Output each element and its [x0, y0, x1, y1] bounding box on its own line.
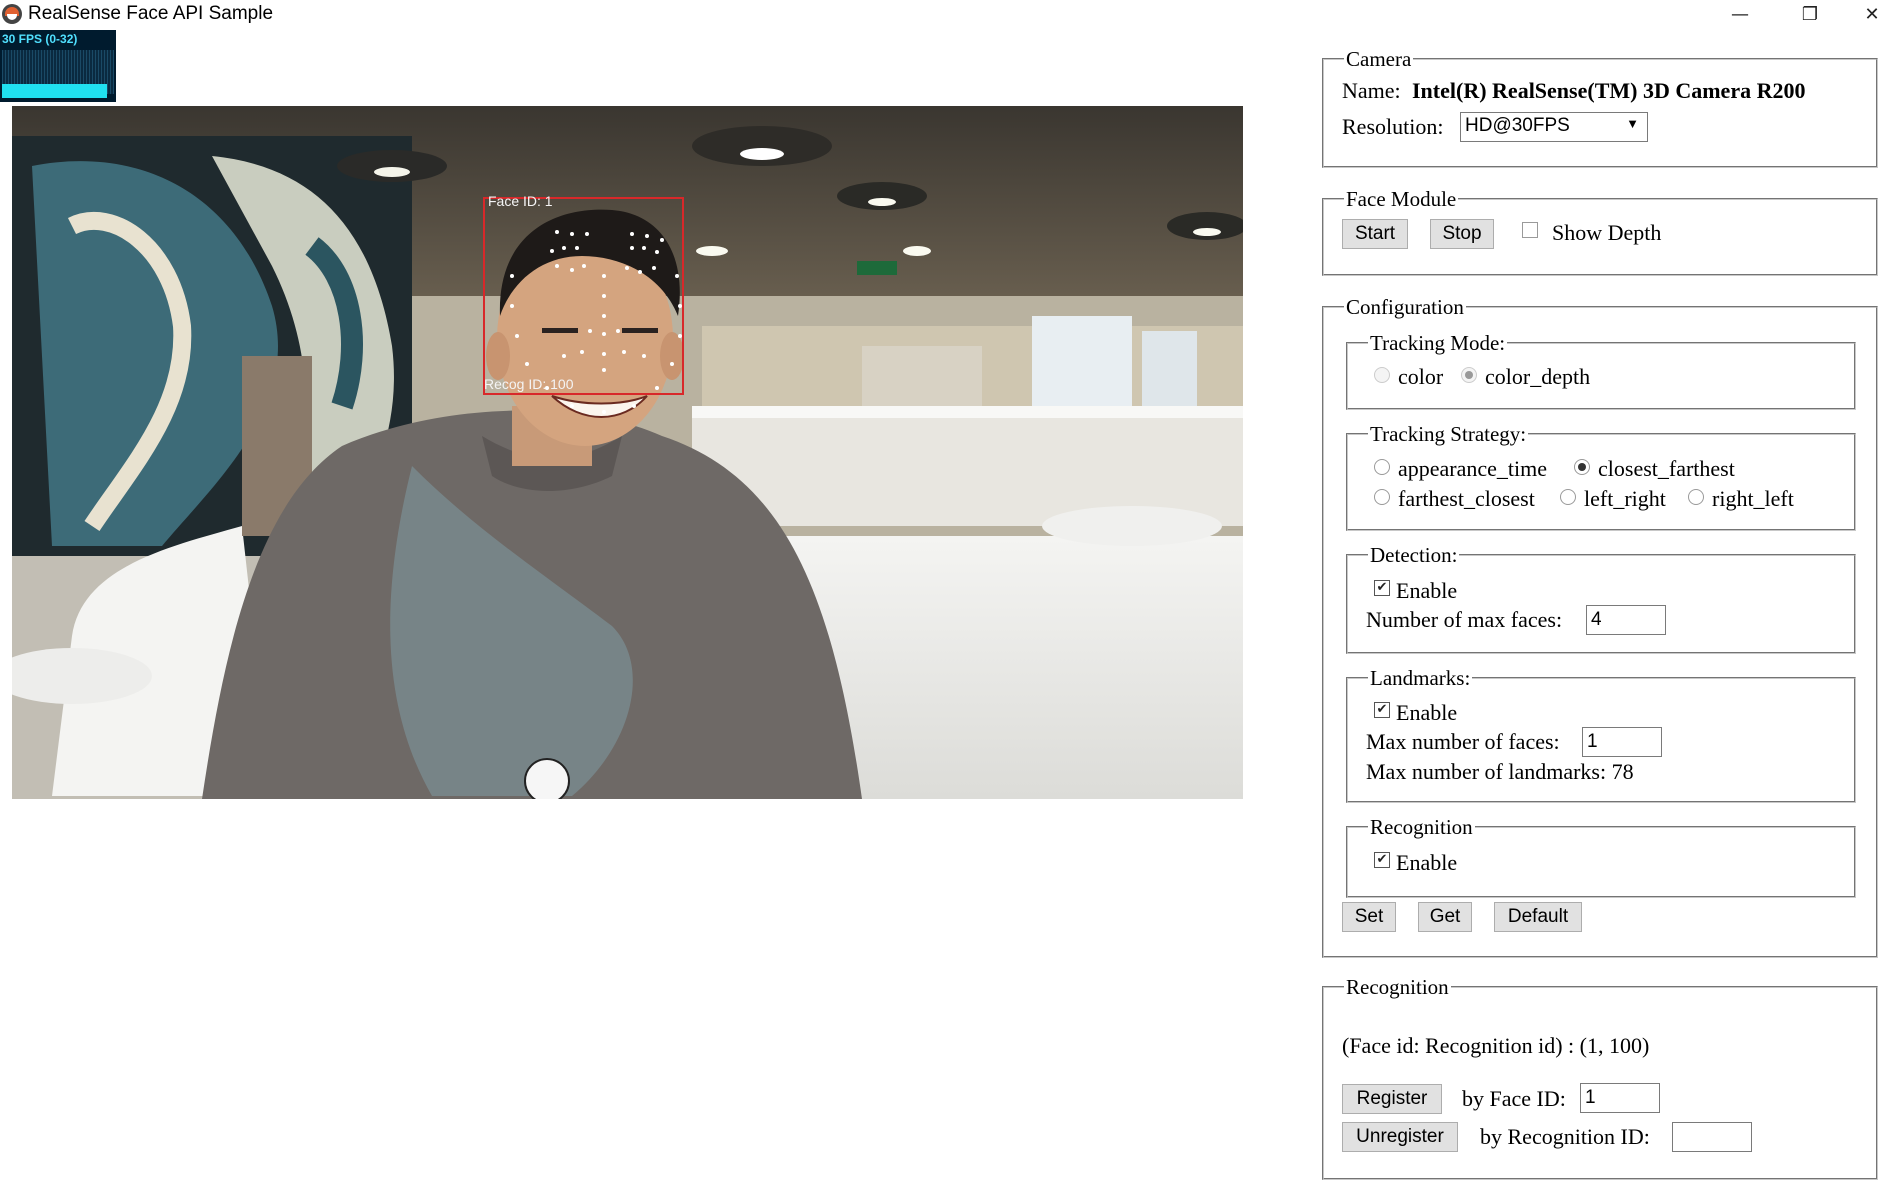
dropdown-arrow-icon: ▼ — [1626, 116, 1639, 131]
strategy-label-appearance-time: appearance_time — [1398, 456, 1548, 481]
stop-button[interactable]: Stop — [1430, 219, 1494, 249]
camera-group: Camera — [1322, 48, 1878, 168]
tracking-mode-label-color-depth: color_depth — [1485, 364, 1591, 389]
by-face-id-input[interactable] — [1580, 1083, 1660, 1113]
landmarks-enable-label: Enable — [1396, 700, 1458, 725]
strategy-label-closest-farthest: closest_farthest — [1598, 456, 1735, 481]
camera-legend: Camera — [1346, 47, 1412, 71]
camera-name-label: Name: — [1342, 78, 1401, 103]
landmarks-max-faces-label: Max number of faces: — [1366, 729, 1560, 754]
restore-icon[interactable]: ❐ — [1782, 0, 1838, 28]
unregister-button[interactable]: Unregister — [1342, 1122, 1458, 1152]
window-title: RealSense Face API Sample — [28, 3, 274, 24]
tracking-mode-legend: Tracking Mode: — [1370, 331, 1506, 355]
landmarks-enable-checkbox[interactable]: ✔ — [1374, 702, 1390, 718]
camera-image: Face ID: 1 Recog ID: 100 — [12, 106, 1243, 799]
landmarks-max-faces-input[interactable] — [1582, 727, 1662, 757]
start-button[interactable]: Start — [1342, 219, 1408, 249]
landmarks-legend: Landmarks: — [1370, 666, 1471, 690]
by-recognition-id-label: by Recognition ID: — [1480, 1124, 1650, 1149]
recognition-enable-label: Enable — [1396, 850, 1458, 875]
face-module-legend: Face Module — [1346, 187, 1457, 211]
minimize-icon[interactable]: — — [1712, 0, 1768, 28]
resolution-value: HD@30FPS — [1465, 115, 1570, 136]
register-button[interactable]: Register — [1342, 1084, 1442, 1114]
camera-feed: Face ID: 1 Recog ID: 100 — [12, 106, 1243, 799]
resolution-label: Resolution: — [1342, 114, 1444, 139]
face-id-overlay: Face ID: 1 — [488, 193, 553, 209]
tracking-strategy-legend: Tracking Strategy: — [1370, 422, 1527, 446]
default-button[interactable]: Default — [1494, 902, 1582, 932]
fps-bar — [2, 84, 107, 98]
detection-enable-label: Enable — [1396, 578, 1458, 603]
strategy-radio-closest-farthest[interactable] — [1574, 459, 1590, 475]
detection-max-faces-label: Number of max faces: — [1366, 607, 1563, 632]
app-icon — [2, 4, 22, 24]
detection-legend: Detection: — [1370, 543, 1458, 567]
recognition-enable-checkbox[interactable]: ✔ — [1374, 852, 1390, 868]
tracking-mode-label-color: color — [1398, 364, 1444, 389]
landmarks-max-count-text: Max number of landmarks: 78 — [1366, 759, 1634, 784]
fps-label: 30 FPS (0-32) — [2, 32, 78, 46]
show-depth-checkbox[interactable] — [1522, 222, 1538, 238]
strategy-label-right-left: right_left — [1712, 486, 1794, 511]
strategy-radio-right-left[interactable] — [1688, 489, 1704, 505]
fps-meter: 30 FPS (0-32) — [0, 30, 116, 102]
strategy-radio-left-right[interactable] — [1560, 489, 1576, 505]
get-button[interactable]: Get — [1418, 902, 1472, 932]
tracking-mode-radio-color-depth[interactable] — [1461, 367, 1477, 383]
set-button[interactable]: Set — [1342, 902, 1396, 932]
tracking-mode-radio-color[interactable] — [1374, 367, 1390, 383]
show-depth-label: Show Depth — [1552, 220, 1662, 245]
camera-name-value: Intel(R) RealSense(TM) 3D Camera R200 — [1412, 78, 1806, 103]
recognition-config-legend: Recognition — [1370, 815, 1473, 839]
configuration-legend: Configuration — [1346, 295, 1464, 319]
detection-enable-checkbox[interactable]: ✔ — [1374, 580, 1390, 596]
detection-max-faces-input[interactable] — [1586, 605, 1666, 635]
strategy-label-farthest-closest: farthest_closest — [1398, 486, 1535, 511]
by-face-id-label: by Face ID: — [1462, 1086, 1566, 1111]
recog-id-overlay: Recog ID: 100 — [484, 376, 574, 392]
strategy-label-left-right: left_right — [1584, 486, 1666, 511]
title-bar: RealSense Face API Sample — ❐ ✕ — [0, 0, 1892, 28]
resolution-select[interactable]: HD@30FPS ▼ — [1460, 112, 1648, 142]
recognition-legend: Recognition — [1346, 975, 1449, 999]
close-icon[interactable]: ✕ — [1852, 0, 1892, 28]
strategy-radio-appearance-time[interactable] — [1374, 459, 1390, 475]
by-recognition-id-input[interactable] — [1672, 1122, 1752, 1152]
strategy-radio-farthest-closest[interactable] — [1374, 489, 1390, 505]
recognition-status: (Face id: Recognition id) : (1, 100) — [1342, 1033, 1650, 1058]
